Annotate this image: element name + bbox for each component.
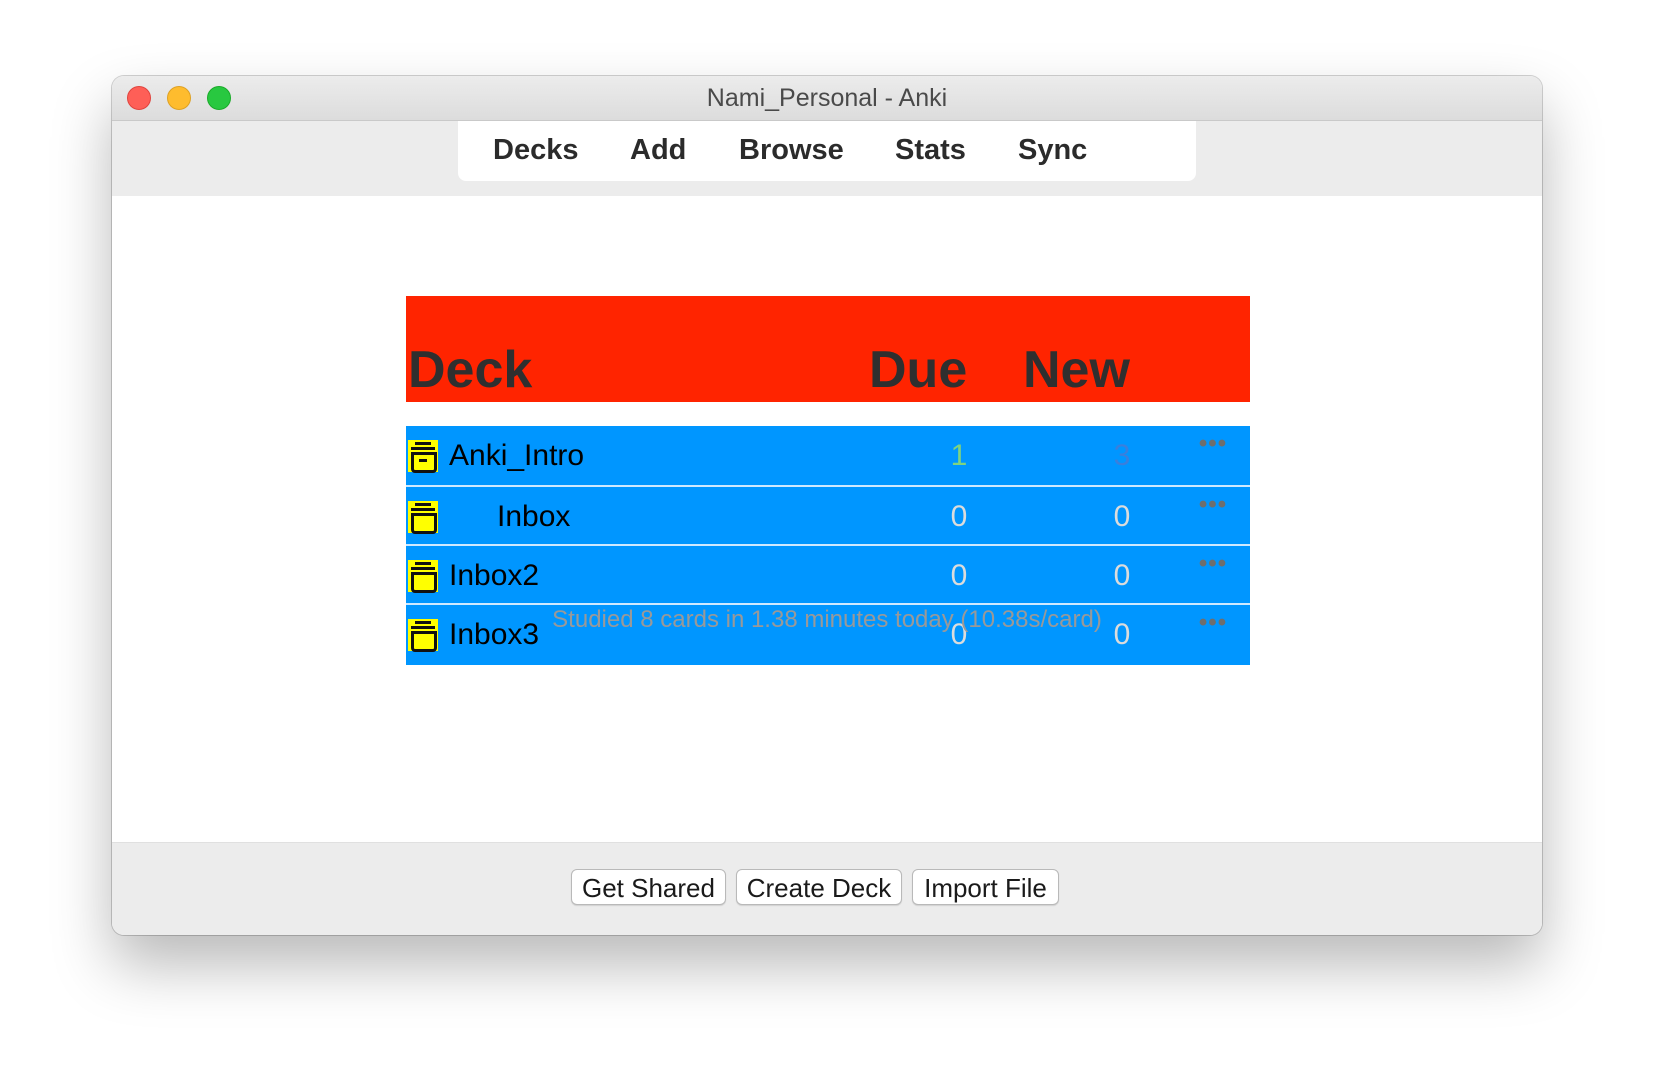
- due-count: 0: [950, 559, 968, 592]
- toolbar-sync-link[interactable]: Sync: [1018, 121, 1087, 179]
- ellipsis-icon[interactable]: •••: [1196, 432, 1230, 464]
- new-count: 3: [1113, 439, 1131, 472]
- bottom-bar: Get Shared Create Deck Import File: [112, 842, 1542, 935]
- import-file-button[interactable]: Import File: [912, 869, 1059, 905]
- toolbar-decks-link[interactable]: Decks: [493, 121, 578, 179]
- deck-row-anki-intro[interactable]: Anki_Intro 1 3 •••: [406, 426, 1250, 486]
- new-count: 0: [1113, 559, 1131, 592]
- deck-row-inbox2[interactable]: Inbox2 0 0 •••: [406, 544, 1250, 606]
- deck-name-link[interactable]: Anki_Intro: [449, 426, 584, 486]
- create-deck-button[interactable]: Create Deck: [736, 869, 902, 905]
- deck-box-icon: [408, 560, 438, 593]
- new-count: 0: [1113, 500, 1131, 533]
- ellipsis-icon[interactable]: •••: [1196, 493, 1230, 525]
- deck-column-header: Deck: [408, 341, 533, 399]
- toolbar-area: Decks Add Browse Stats Sync: [112, 121, 1542, 196]
- deck-browser: Deck Due New Anki_Intro 1 3 ••• Inbox 0 …: [112, 196, 1542, 842]
- desktop-background: Nami_Personal - Anki Decks Add Browse St…: [0, 0, 1654, 1082]
- window-title: Nami_Personal - Anki: [706, 84, 948, 112]
- ellipsis-icon[interactable]: •••: [1196, 552, 1230, 584]
- due-column-header: Due: [869, 341, 968, 399]
- get-shared-button[interactable]: Get Shared: [571, 869, 726, 905]
- deck-box-icon: [408, 501, 438, 534]
- deck-name-link[interactable]: Inbox: [497, 487, 570, 547]
- deck-table-header: Deck Due New: [406, 296, 1250, 402]
- due-count: 1: [950, 439, 968, 472]
- deck-name-link[interactable]: Inbox2: [449, 546, 539, 606]
- title-bar[interactable]: Nami_Personal - Anki: [112, 76, 1542, 121]
- toolbar-add-link[interactable]: Add: [630, 121, 686, 179]
- new-column-header: New: [1023, 341, 1130, 399]
- deck-box-icon: [408, 440, 438, 473]
- deck-row-inbox[interactable]: Inbox 0 0 •••: [406, 485, 1250, 547]
- study-stats-text: Studied 8 cards in 1.38 minutes today (1…: [552, 606, 1102, 633]
- toolbar-browse-link[interactable]: Browse: [739, 121, 844, 179]
- toolbar-stats-link[interactable]: Stats: [895, 121, 966, 179]
- main-toolbar: Decks Add Browse Stats Sync: [458, 121, 1196, 181]
- app-window: Nami_Personal - Anki Decks Add Browse St…: [112, 76, 1542, 935]
- due-count: 0: [950, 500, 968, 533]
